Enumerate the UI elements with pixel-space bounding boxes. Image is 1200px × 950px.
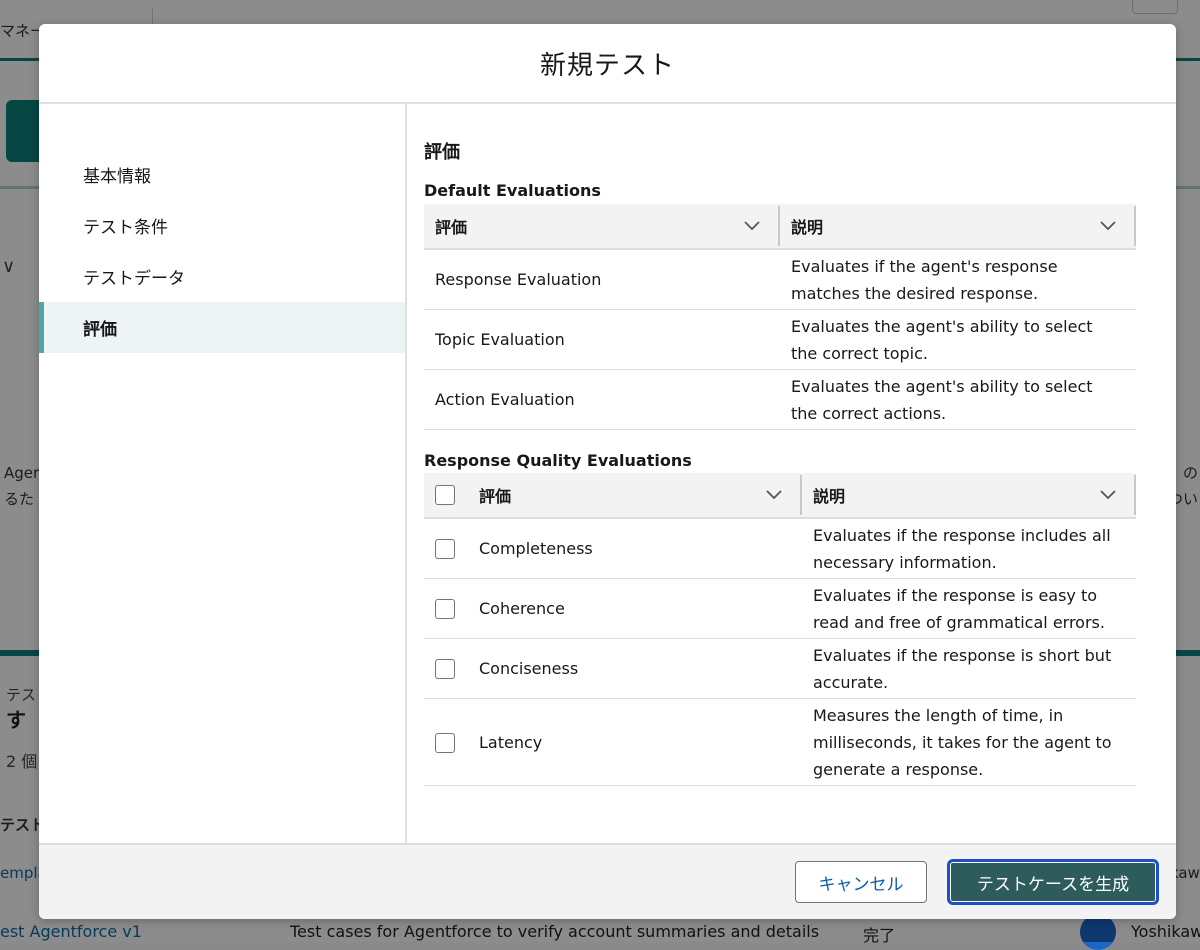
modal-body: 基本情報 テスト条件 テストデータ 評価 評価 Default Evaluati… [39, 104, 1176, 843]
table-row: Topic Evaluation Evaluates the agent's a… [424, 310, 1136, 370]
chevron-down-icon[interactable] [1098, 485, 1118, 505]
table-header: 評価 説明 [424, 473, 1136, 519]
table-row: Completeness Evaluates if the response i… [424, 519, 1136, 579]
cancel-button[interactable]: キャンセル [795, 861, 927, 903]
default-evaluations-title: Default Evaluations [424, 181, 601, 200]
chevron-down-icon[interactable] [1098, 216, 1118, 236]
quality-evaluations-title: Response Quality Evaluations [424, 451, 692, 470]
evaluation-name: Action Evaluation [435, 390, 575, 409]
table-row: Response Evaluation Evaluates if the age… [424, 250, 1136, 310]
evaluation-name: Latency [479, 732, 543, 752]
table-row: Conciseness Evaluates if the response is… [424, 639, 1136, 699]
column-divider [1134, 475, 1136, 515]
column-header-evaluation[interactable]: 評価 [435, 204, 735, 248]
conciseness-checkbox[interactable] [435, 659, 455, 679]
nav-item-evaluation[interactable]: 評価 [39, 302, 405, 353]
table-row: Coherence Evaluates if the response is e… [424, 579, 1136, 639]
evaluation-description: Evaluates if the agent's response matche… [791, 256, 1058, 303]
column-header-description[interactable]: 説明 [791, 204, 1091, 248]
new-test-modal: 新規テスト 基本情報 テスト条件 テストデータ 評価 評価 Default Ev… [39, 24, 1176, 919]
chevron-down-icon[interactable] [764, 485, 784, 505]
nav-item-test-data[interactable]: テストデータ [39, 251, 405, 302]
column-divider [778, 206, 780, 246]
evaluation-description: Evaluates if the response includes all n… [813, 525, 1111, 572]
modal-footer: キャンセル テストケースを生成 [39, 843, 1176, 919]
quality-evaluations-table: 評価 説明 Completeness Evaluates if the resp… [424, 473, 1136, 786]
column-divider [1134, 206, 1136, 246]
evaluation-panel: 評価 Default Evaluations 評価 説明 Response Ev… [424, 104, 1176, 843]
table-row: Latency Measures the length of time, in … [424, 699, 1136, 786]
latency-checkbox[interactable] [435, 733, 455, 753]
nav-item-basic-info[interactable]: 基本情報 [39, 149, 405, 200]
column-header-evaluation[interactable]: 評価 [479, 473, 739, 517]
coherence-checkbox[interactable] [435, 599, 455, 619]
evaluation-name: Response Evaluation [435, 270, 602, 289]
evaluation-name: Conciseness [479, 659, 579, 678]
table-row: Action Evaluation Evaluates the agent's … [424, 370, 1136, 430]
evaluation-name: Coherence [479, 599, 565, 618]
column-header-description[interactable]: 説明 [813, 473, 1083, 517]
select-all-checkbox[interactable] [435, 485, 455, 505]
evaluation-description: Evaluates if the response is short but a… [813, 645, 1112, 692]
modal-title: 新規テスト [539, 50, 675, 81]
evaluation-description: Measures the length of time, in millisec… [813, 705, 1112, 779]
completeness-checkbox[interactable] [435, 539, 455, 559]
chevron-down-icon[interactable] [742, 216, 762, 236]
nav-item-test-conditions[interactable]: テスト条件 [39, 200, 405, 251]
evaluation-description: Evaluates the agent's ability to select … [791, 316, 1093, 363]
step-navigation: 基本情報 テスト条件 テストデータ 評価 [39, 104, 407, 843]
default-evaluations-table: 評価 説明 Response Evaluation Evaluates if t… [424, 204, 1136, 430]
modal-header: 新規テスト [39, 24, 1176, 104]
evaluation-description: Evaluates if the response is easy to rea… [813, 585, 1105, 632]
section-title: 評価 [424, 142, 460, 163]
table-header: 評価 説明 [424, 204, 1136, 250]
evaluation-name: Completeness [479, 539, 593, 558]
column-divider [800, 475, 802, 515]
evaluation-description: Evaluates the agent's ability to select … [791, 376, 1093, 423]
evaluation-name: Topic Evaluation [435, 330, 565, 349]
generate-test-cases-button[interactable]: テストケースを生成 [947, 859, 1159, 905]
